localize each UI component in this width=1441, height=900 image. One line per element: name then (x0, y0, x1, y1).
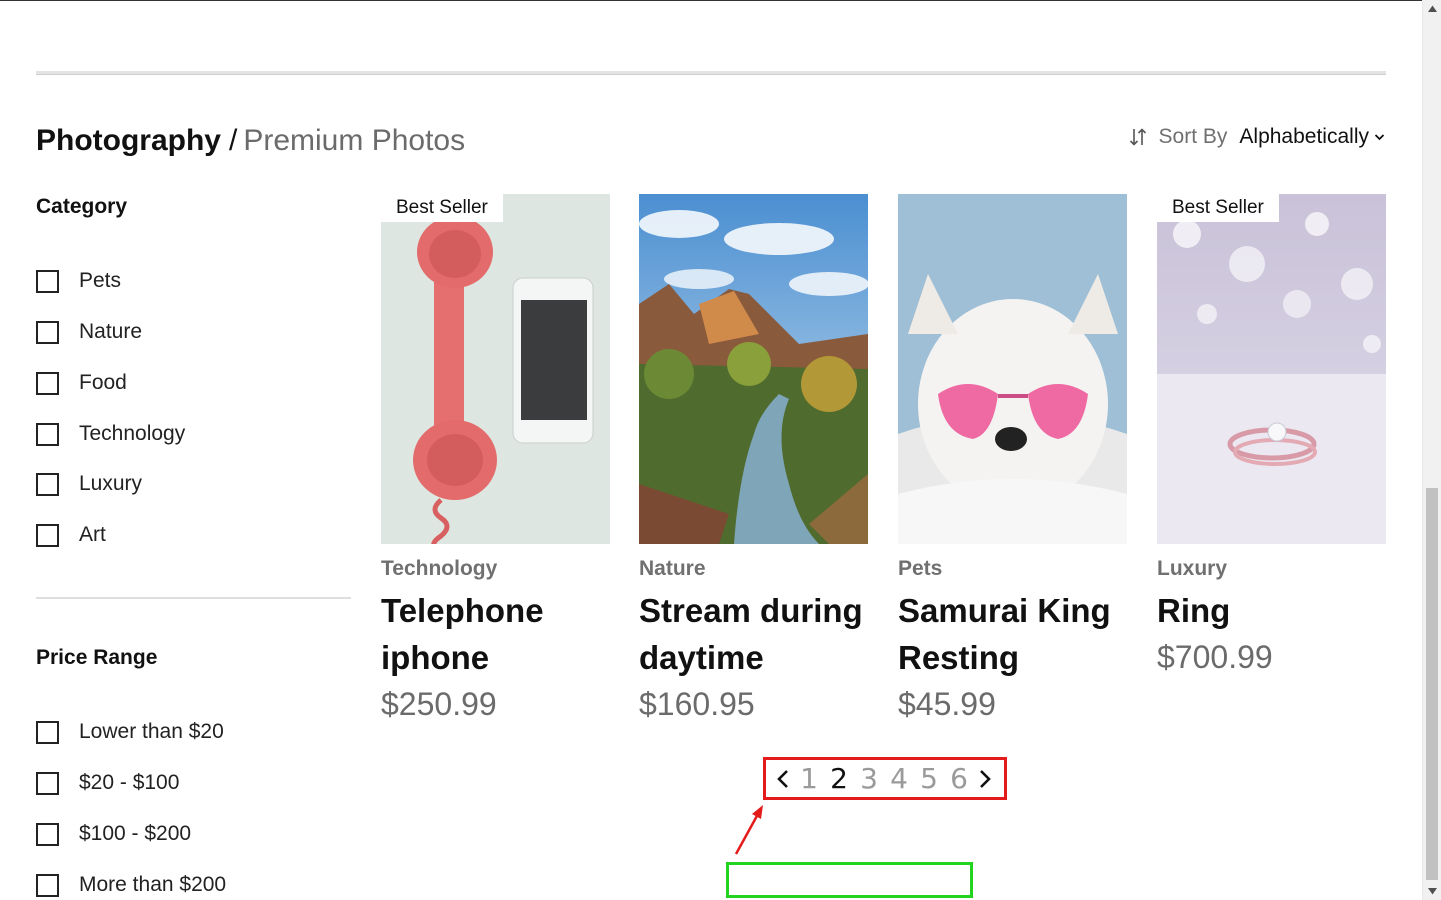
page-2-current[interactable]: 2 (824, 762, 854, 795)
checkbox[interactable] (36, 269, 59, 293)
title-line: Resting (898, 639, 1020, 676)
filter-label: Luxury (79, 472, 143, 495)
page-3[interactable]: 3 (854, 762, 884, 795)
breadcrumb-main[interactable]: Photography (36, 124, 221, 157)
page-4[interactable]: 4 (884, 762, 914, 795)
scroll-down-arrow-icon[interactable] (1427, 887, 1438, 896)
product-title[interactable]: Stream during daytime (639, 587, 868, 681)
best-seller-badge: Best Seller (1157, 194, 1279, 222)
title-line: iphone (381, 639, 490, 676)
best-seller-badge: Best Seller (381, 194, 503, 222)
title-line: Samurai King (898, 592, 1111, 629)
filter-nature[interactable]: Nature (36, 320, 142, 344)
product-price: $700.99 (1157, 639, 1273, 675)
filter-label: Food (79, 371, 127, 394)
filter-art[interactable]: Art (36, 523, 106, 547)
sort-arrows-icon (1129, 128, 1146, 146)
checkbox[interactable] (36, 320, 59, 344)
chevron-down-icon (1374, 134, 1385, 141)
filter-label: Nature (79, 320, 143, 343)
product-card[interactable]: Best Seller Technology Telephone iphone $… (381, 194, 610, 727)
checkbox[interactable] (36, 822, 59, 846)
checkbox[interactable] (36, 422, 59, 446)
checkbox[interactable] (36, 523, 59, 547)
filter-label: Pets (79, 269, 122, 292)
breadcrumb-separator: / (229, 124, 238, 157)
product-card[interactable]: Best Seller Luxury Ring $700.99 (1157, 194, 1386, 680)
category-filter-title: Category (36, 195, 128, 218)
price-filter-title: Price Range (36, 646, 158, 669)
product-image-dog[interactable] (898, 194, 1127, 544)
checkbox[interactable] (36, 371, 59, 395)
product-title[interactable]: Ring (1157, 587, 1386, 634)
checkbox[interactable] (36, 472, 59, 496)
product-category: Luxury (1157, 557, 1228, 580)
product-price: $250.99 (381, 686, 497, 722)
chevron-left-icon (777, 769, 788, 788)
page-6[interactable]: 6 (944, 762, 974, 795)
page-5[interactable]: 5 (914, 762, 944, 795)
product-image-stream[interactable] (639, 194, 868, 544)
filter-label: $100 - $200 (79, 822, 192, 845)
annotation-arrow (734, 805, 763, 855)
window-top-border (0, 0, 1422, 1)
filter-label: Technology (79, 422, 186, 445)
checkbox[interactable] (36, 771, 59, 795)
next-page-button[interactable] (974, 767, 996, 791)
scrollbar-thumb[interactable] (1426, 488, 1438, 880)
page-1[interactable]: 1 (794, 762, 824, 795)
chevron-right-icon (980, 769, 991, 788)
filter-price-over-200[interactable]: More than $200 (36, 873, 226, 897)
product-price: $45.99 (898, 686, 996, 722)
header-divider (36, 71, 1386, 75)
pagination: 1 2 3 4 5 6 (763, 757, 1007, 800)
checkbox[interactable] (36, 720, 59, 744)
product-title[interactable]: Telephone iphone (381, 587, 610, 681)
product-card[interactable]: Nature Stream during daytime $160.95 (639, 194, 868, 727)
title-line: Ring (1157, 592, 1231, 629)
scroll-up-arrow-icon[interactable] (1427, 4, 1438, 13)
product-card[interactable]: Pets Samurai King Resting $45.99 (898, 194, 1127, 727)
filter-technology[interactable]: Technology (36, 422, 185, 446)
breadcrumb: Photography / Premium Photos (36, 124, 465, 158)
sort-control[interactable]: Sort By Alphabetically (1129, 125, 1385, 149)
filter-label: $20 - $100 (79, 771, 180, 794)
breadcrumb-current: Premium Photos (243, 124, 466, 157)
filter-label: Art (79, 523, 106, 546)
filter-luxury[interactable]: Luxury (36, 472, 142, 496)
title-line: Stream during (639, 592, 863, 629)
sort-label: Sort By (1158, 125, 1228, 148)
filter-pets[interactable]: Pets (36, 269, 121, 293)
product-category: Pets (898, 557, 943, 580)
product-image-telephone[interactable]: Best Seller (381, 194, 610, 544)
title-line: Telephone (381, 592, 544, 629)
sidebar-divider (36, 597, 351, 599)
product-category: Nature (639, 557, 706, 580)
filter-price-20-100[interactable]: $20 - $100 (36, 771, 179, 795)
checkbox[interactable] (36, 873, 59, 897)
filter-food[interactable]: Food (36, 371, 127, 395)
filter-price-100-200[interactable]: $100 - $200 (36, 822, 191, 846)
sort-value[interactable]: Alphabetically (1239, 125, 1369, 149)
product-category: Technology (381, 557, 498, 580)
annotation-green-box (726, 862, 973, 898)
scrollbar[interactable] (1422, 0, 1441, 900)
prev-page-button[interactable] (772, 767, 794, 791)
product-price: $160.95 (639, 686, 755, 722)
filter-label: Lower than $20 (79, 720, 224, 743)
title-line: daytime (639, 639, 764, 676)
filter-price-under-20[interactable]: Lower than $20 (36, 720, 224, 744)
filter-label: More than $200 (79, 873, 227, 896)
product-image-ring[interactable]: Best Seller (1157, 194, 1386, 544)
product-title[interactable]: Samurai King Resting (898, 587, 1127, 681)
